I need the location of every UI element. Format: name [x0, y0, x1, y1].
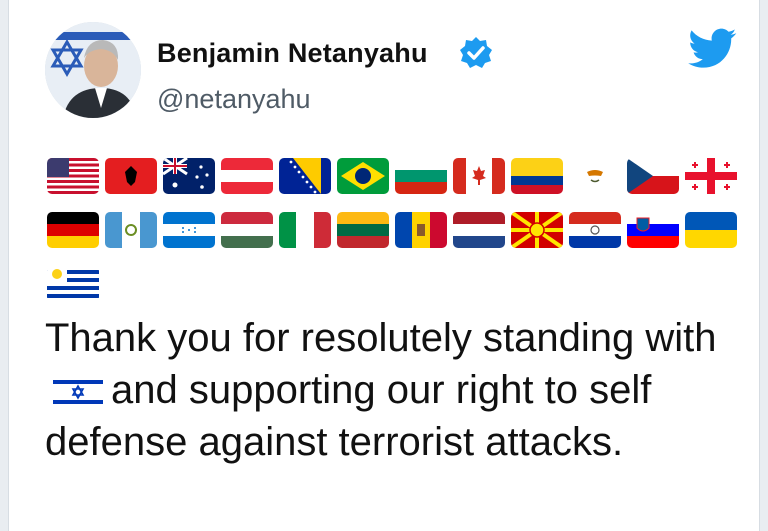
flag-czech-republic: [627, 158, 679, 194]
flag-canada: [453, 158, 505, 194]
flag-slovenia: [627, 212, 679, 248]
flag-albania: [105, 158, 157, 194]
flag-honduras: [163, 212, 215, 248]
avatar[interactable]: [45, 22, 141, 118]
flag-bosnia-herzegovina: [279, 158, 331, 194]
tweet-text: Thank you for resolutely standing with an…: [45, 312, 745, 468]
flag-italy: [279, 212, 331, 248]
flag-germany: [47, 212, 99, 248]
flag-paraguay: [569, 212, 621, 248]
flag-north-macedonia: [511, 212, 563, 248]
flag-uruguay: [47, 266, 99, 302]
tweet-text-part2: and supporting our right to self defense…: [45, 368, 652, 464]
flag-colombia: [511, 158, 563, 194]
flag-netherlands: [453, 212, 505, 248]
flag-moldova: [395, 212, 447, 248]
verified-badge-icon: [460, 37, 492, 68]
flag-lithuania: [337, 212, 389, 248]
twitter-bird-icon[interactable]: [687, 24, 739, 72]
flag-cyprus: [569, 158, 621, 194]
flag-guatemala: [105, 212, 157, 248]
author-name[interactable]: Benjamin Netanyahu: [157, 38, 428, 69]
author-handle[interactable]: @netanyahu: [157, 84, 311, 115]
flag-israel: [53, 368, 103, 407]
flag-australia: [163, 158, 215, 194]
flag-bulgaria: [395, 158, 447, 194]
flag-ukraine: [685, 212, 737, 248]
tweet-card: Benjamin Netanyahu @netanyahu Thank you …: [8, 0, 760, 531]
flag-georgia: [685, 158, 737, 194]
flag-united-states: [47, 158, 99, 194]
flag-austria: [221, 158, 273, 194]
flag-brazil: [337, 158, 389, 194]
tweet-text-part1: Thank you for resolutely standing with: [45, 316, 717, 360]
flag-hungary: [221, 212, 273, 248]
